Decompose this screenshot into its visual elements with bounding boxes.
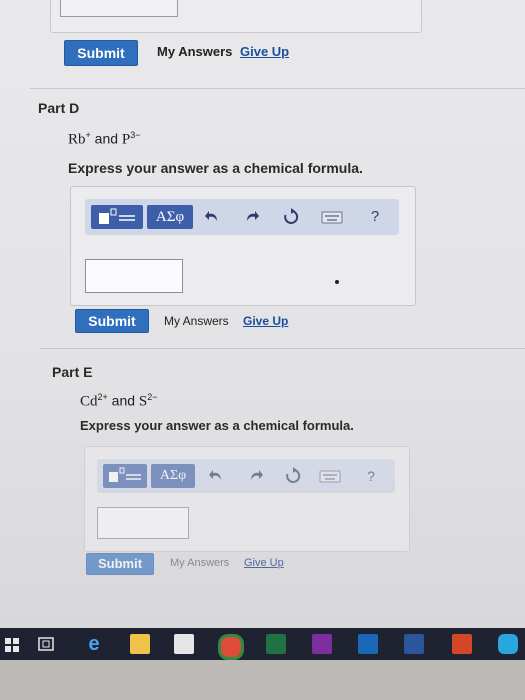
greek-symbols-button[interactable]: ΑΣφ [151, 464, 195, 488]
word-icon[interactable] [404, 634, 424, 654]
browser-content: Submit My Answers Give Up Part D Rb+ and… [0, 0, 525, 628]
part-e-answer-input[interactable] [97, 507, 189, 539]
ion2-symbol: S [138, 393, 148, 410]
equation-toolbar: ΑΣφ ? [97, 459, 395, 493]
part-d-answer-input[interactable] [85, 259, 183, 293]
help-icon[interactable]: ? [365, 205, 385, 229]
and-text: and [94, 130, 119, 147]
submit-button-part-c[interactable]: Submit [64, 40, 138, 66]
my-answers-link-part-d[interactable]: My Answers [164, 314, 229, 328]
section-divider [40, 348, 525, 349]
my-answers-link-part-c[interactable]: My Answers [157, 44, 232, 59]
chrome-icon[interactable] [218, 634, 244, 660]
ion1-symbol: Rb [68, 131, 86, 148]
templates-icon [99, 208, 135, 224]
store-icon[interactable] [174, 634, 194, 654]
keyboard-icon[interactable] [319, 467, 341, 485]
windows-start-icon[interactable] [2, 634, 22, 654]
submit-button-part-d[interactable]: Submit [75, 309, 149, 333]
taskbar: e [0, 628, 525, 660]
outlook-icon[interactable] [358, 634, 378, 654]
excel-icon[interactable] [266, 634, 286, 654]
templates-button[interactable] [103, 464, 147, 488]
equation-toolbar: ΑΣφ ? [85, 199, 399, 235]
part-d-title: Part D [38, 100, 80, 116]
give-up-link-part-e[interactable]: Give Up [244, 557, 284, 569]
powerpoint-icon[interactable] [452, 634, 472, 654]
edge-icon[interactable]: e [84, 634, 104, 654]
undo-icon[interactable] [203, 207, 223, 227]
part-e-title: Part E [52, 364, 93, 380]
ion2-charge: 2− [147, 392, 158, 402]
onenote-icon[interactable] [312, 634, 332, 654]
file-explorer-icon[interactable] [130, 634, 150, 654]
ion1-charge: + [85, 130, 91, 140]
monitor-bezel [0, 660, 525, 700]
my-answers-link-part-e[interactable]: My Answers [170, 557, 229, 569]
give-up-link-part-d[interactable]: Give Up [243, 314, 288, 328]
undo-icon[interactable] [207, 466, 227, 486]
part-d-answer-panel: ΑΣφ ? [70, 186, 416, 306]
reset-icon[interactable] [283, 466, 303, 486]
help-icon[interactable]: ? [361, 464, 381, 488]
section-divider [30, 88, 525, 89]
part-e-prompt: Express your answer as a chemical formul… [80, 418, 354, 433]
templates-icon [109, 467, 141, 482]
ion1-charge: 2+ [97, 392, 108, 402]
redo-icon[interactable] [245, 466, 265, 486]
part-d-ions: Rb+ and P3− [68, 130, 141, 149]
ion2-symbol: P [121, 131, 131, 148]
give-up-link-part-c[interactable]: Give Up [240, 44, 289, 59]
keyboard-icon[interactable] [321, 208, 343, 226]
reset-icon[interactable] [281, 207, 301, 227]
ion1-symbol: Cd [80, 393, 98, 410]
submit-button-part-e[interactable]: Submit [86, 553, 154, 575]
and-text: and [111, 392, 136, 409]
templates-button[interactable] [91, 205, 143, 229]
ion2-charge: 3− [130, 130, 141, 140]
skype-icon[interactable] [498, 634, 518, 654]
greek-symbols-button[interactable]: ΑΣφ [147, 205, 193, 229]
part-d-prompt: Express your answer as a chemical formul… [68, 160, 363, 176]
mouse-pointer-dot [335, 280, 339, 284]
redo-icon[interactable] [241, 207, 261, 227]
part-e-ions: Cd2+ and S2− [80, 392, 158, 411]
previous-answer-box[interactable] [60, 0, 178, 17]
task-view-icon[interactable] [36, 634, 56, 654]
part-e-answer-panel: ΑΣφ ? [84, 446, 410, 552]
